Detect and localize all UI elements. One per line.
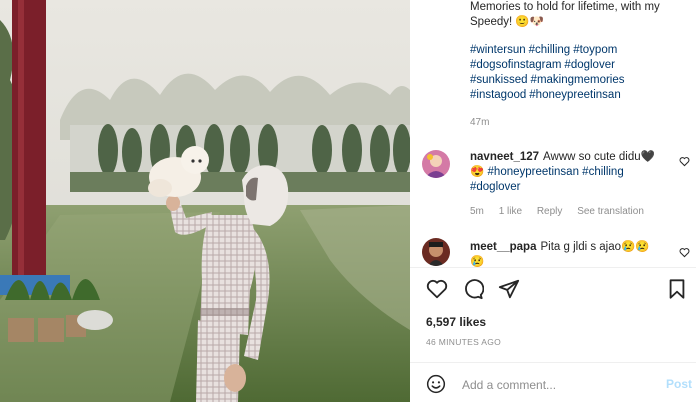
hashtag-link[interactable]: #wintersun <box>470 44 526 56</box>
post-photo[interactable] <box>0 0 410 402</box>
divider <box>410 362 696 363</box>
reply-button[interactable]: Reply <box>537 206 563 217</box>
hashtag-link[interactable]: #makingmemories <box>531 74 625 86</box>
hashtag-link[interactable]: #dogsofinstagram <box>470 59 561 71</box>
hashtag-link[interactable]: #sunkissed <box>470 74 528 86</box>
likes-count[interactable]: 6,597 likes <box>426 315 486 329</box>
hashtag-link[interactable]: #toypom <box>573 44 617 56</box>
avatar[interactable] <box>422 238 450 266</box>
share-icon[interactable] <box>498 278 520 300</box>
avatar[interactable] <box>422 150 450 178</box>
post-comment-button[interactable]: Post <box>666 377 692 391</box>
divider <box>410 267 696 268</box>
add-comment-input[interactable] <box>460 375 654 395</box>
smiley-icon[interactable] <box>426 374 446 394</box>
comment-time[interactable]: 5m <box>470 206 484 217</box>
comment-username[interactable]: navneet_127 <box>470 151 539 163</box>
add-comment-row: Post <box>410 366 696 402</box>
comment-like-icon[interactable] <box>679 247 690 258</box>
post-timestamp: 46 MINUTES AGO <box>426 337 502 347</box>
comment-icon[interactable] <box>462 278 484 300</box>
post-actions <box>426 278 688 302</box>
comment-likes[interactable]: 1 like <box>499 206 522 217</box>
comment-meta: 5m 1 like Reply See translation <box>470 206 656 217</box>
caption-text: Memories to hold for lifetime, with my S… <box>470 1 660 28</box>
hashtag-link[interactable]: #instagood <box>470 89 526 101</box>
hashtag-link[interactable]: #doglover <box>564 59 615 71</box>
caption-timestamp[interactable]: 47m <box>470 117 489 128</box>
hashtag-link[interactable]: #honeypreetinsan <box>529 89 620 101</box>
comment-username[interactable]: meet__papa <box>470 241 536 253</box>
comment-body: navneet_127 Awww so cute didu🖤 😍 #honeypr… <box>470 150 658 195</box>
hashtag-link[interactable]: #doglover <box>470 181 521 193</box>
caption-hashtags: #wintersun #chilling #toypom #dogsofinstag… <box>470 43 685 103</box>
see-translation-button[interactable]: See translation <box>577 206 644 217</box>
comment-body: meet__papa Pita g jldi s ajao😢😢😢 <box>470 240 658 270</box>
comment-like-icon[interactable] <box>679 156 690 167</box>
post-side-panel: Memories to hold for lifetime, with my S… <box>410 0 696 402</box>
hashtag-link[interactable]: #honeypreetinsan <box>488 166 579 178</box>
instagram-post: Memories to hold for lifetime, with my S… <box>0 0 696 402</box>
hashtag-link[interactable]: #chilling <box>529 44 571 56</box>
post-caption: Memories to hold for lifetime, with my S… <box>470 0 685 103</box>
bookmark-icon[interactable] <box>666 278 688 300</box>
hashtag-link[interactable]: #chilling <box>582 166 624 178</box>
heart-icon[interactable] <box>426 278 448 300</box>
